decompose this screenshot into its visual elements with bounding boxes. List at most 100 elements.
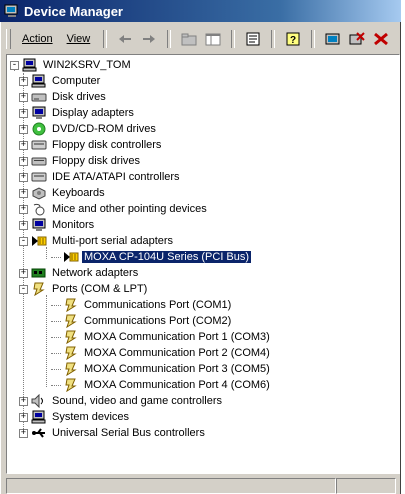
help-icon[interactable]: ?: [283, 30, 303, 48]
tree-item-communications-port-com2[interactable]: Communications Port (COM2): [51, 313, 233, 329]
tree-item-label: System devices: [52, 411, 130, 423]
floppy-drive-icon: [31, 154, 47, 168]
tree-item-system-devices[interactable]: + System devices: [19, 409, 131, 425]
back-arrow-icon[interactable]: [115, 30, 135, 48]
toolbar-separator: [103, 30, 108, 48]
tree-item-label: WIN2KSRV_TOM: [43, 59, 131, 71]
collapse-icon[interactable]: -: [19, 236, 28, 246]
expand-icon[interactable]: +: [19, 92, 28, 102]
title-bar[interactable]: Device Manager: [0, 0, 401, 22]
tree-item-ports-com-lpt[interactable]: - Ports (COM & LPT): [19, 281, 149, 297]
svg-text:?: ?: [290, 35, 296, 46]
expand-icon[interactable]: +: [19, 188, 28, 198]
usb-icon: [31, 426, 47, 440]
monitor-icon: [31, 218, 47, 232]
tree-item-dvd-cd-rom-drives[interactable]: + DVD/CD-ROM drives: [19, 121, 158, 137]
tree-item-label: Communications Port (COM2): [84, 315, 232, 327]
tree-item-floppy-disk-drives[interactable]: + Floppy disk drives: [19, 153, 142, 169]
expand-icon[interactable]: +: [19, 156, 28, 166]
tree-item-moxa-communication-port-2-com4[interactable]: MOXA Communication Port 2 (COM4): [51, 345, 272, 361]
expand-icon[interactable]: +: [19, 412, 28, 422]
disable-icon[interactable]: [371, 30, 391, 48]
expand-icon[interactable]: +: [19, 396, 28, 406]
tree-item-computer[interactable]: + Computer: [19, 73, 102, 89]
tree-item-label: Communications Port (COM1): [84, 299, 232, 311]
scan-hardware-icon[interactable]: [323, 30, 343, 48]
toolbar-separator: [167, 30, 172, 48]
network-adapter-icon: [31, 266, 47, 280]
sound-icon: [31, 394, 47, 408]
tree-item-label: DVD/CD-ROM drives: [52, 123, 156, 135]
toolbar: Action View ?: [4, 26, 397, 52]
tree-item-floppy-disk-controllers[interactable]: + Floppy disk controllers: [19, 137, 163, 153]
tree-item-label: IDE ATA/ATAPI controllers: [52, 171, 180, 183]
tree-item-label: Mice and other pointing devices: [52, 203, 207, 215]
tree-item-label: Multi-port serial adapters: [52, 235, 174, 247]
tree-item-moxa-communication-port-3-com5[interactable]: MOXA Communication Port 3 (COM5): [51, 361, 272, 377]
expand-icon[interactable]: +: [19, 108, 28, 118]
tree-item-ide-ata-atapi-controllers[interactable]: + IDE ATA/ATAPI controllers: [19, 169, 182, 185]
collapse-icon[interactable]: -: [19, 284, 28, 294]
status-pane-main: [6, 478, 337, 494]
properties-icon[interactable]: [243, 30, 263, 48]
collapse-icon[interactable]: -: [10, 60, 19, 70]
tree-item-network-adapters[interactable]: + Network adapters: [19, 265, 140, 281]
status-pane-secondary: [336, 478, 396, 494]
show-hide-tree-icon[interactable]: [203, 30, 223, 48]
expand-icon[interactable]: +: [19, 268, 28, 278]
forward-arrow-icon[interactable]: [139, 30, 159, 48]
expand-icon[interactable]: +: [19, 76, 28, 86]
tree-item-mice-and-other-pointing-devices[interactable]: + Mice and other pointing devices: [19, 201, 209, 217]
toolbar-separator: [311, 30, 316, 48]
tree-item-communications-port-com1[interactable]: Communications Port (COM1): [51, 297, 233, 313]
up-folder-icon[interactable]: [179, 30, 199, 48]
tree-item-multi-port-serial-adapters[interactable]: - Multi-port serial adapters: [19, 233, 175, 249]
port-icon: [63, 314, 79, 328]
toolbar-separator: [231, 30, 236, 48]
keyboard-icon: [31, 186, 47, 200]
tree-item-universal-serial-bus-controllers[interactable]: + Universal Serial Bus controllers: [19, 425, 207, 441]
toolbar-separator: [271, 30, 276, 48]
tree-item-label: MOXA Communication Port 2 (COM4): [84, 347, 270, 359]
port-icon: [63, 362, 79, 376]
tree-item-sound-video-and-game-controllers[interactable]: + Sound, video and game controllers: [19, 393, 224, 409]
tree-item-moxa-communication-port-4-com6[interactable]: MOXA Communication Port 4 (COM6): [51, 377, 272, 393]
expand-icon[interactable]: +: [19, 204, 28, 214]
tree-item-keyboards[interactable]: + Keyboards: [19, 185, 107, 201]
tree-item-label: Ports (COM & LPT): [52, 283, 148, 295]
tree-item-label: MOXA CP-104U Series (PCI Bus): [80, 250, 253, 264]
cdrom-icon: [31, 122, 47, 136]
device-tree[interactable]: - WIN2KSRV_TOM + Computer + Disk drives + Displ…: [6, 54, 400, 474]
tree-item-moxa-communication-port-1-com3[interactable]: MOXA Communication Port 1 (COM3): [51, 329, 272, 345]
tree-item-label: Display adapters: [52, 107, 134, 119]
status-bar: [6, 478, 396, 494]
uninstall-icon[interactable]: [347, 30, 367, 48]
tree-item-label: Floppy disk drives: [52, 155, 141, 167]
tree-item-label: Universal Serial Bus controllers: [52, 427, 205, 439]
expand-icon[interactable]: +: [19, 172, 28, 182]
tree-item-disk-drives[interactable]: + Disk drives: [19, 89, 108, 105]
expand-icon[interactable]: +: [19, 428, 28, 438]
tree-item-label: Computer: [52, 75, 101, 87]
tree-item-label: MOXA Communication Port 4 (COM6): [84, 379, 270, 391]
tree-item-label: Keyboards: [52, 187, 105, 199]
port-icon: [63, 378, 79, 392]
tree-item-label: Monitors: [52, 219, 95, 231]
toolbar-grip[interactable]: [6, 29, 11, 49]
tree-item-label: Sound, video and game controllers: [52, 395, 222, 407]
port-icon: [63, 346, 79, 360]
port-icon: [63, 298, 79, 312]
tree-item-label: Network adapters: [52, 267, 139, 279]
tree-item-moxa-cp-104u-series-pci-bus[interactable]: MOXA CP-104U Series (PCI Bus): [51, 249, 253, 265]
menu-view[interactable]: View: [60, 31, 98, 47]
tree-item-display-adapters[interactable]: + Display adapters: [19, 105, 136, 121]
expand-icon[interactable]: +: [19, 124, 28, 134]
tree-item-label: MOXA Communication Port 1 (COM3): [84, 331, 270, 343]
serial-adapter-icon: [31, 234, 47, 248]
tree-root[interactable]: - WIN2KSRV_TOM: [10, 57, 133, 73]
menu-action[interactable]: Action: [15, 31, 60, 47]
expand-icon[interactable]: +: [19, 220, 28, 230]
tree-item-monitors[interactable]: + Monitors: [19, 217, 96, 233]
expand-icon[interactable]: +: [19, 140, 28, 150]
computer-icon: [31, 74, 47, 88]
